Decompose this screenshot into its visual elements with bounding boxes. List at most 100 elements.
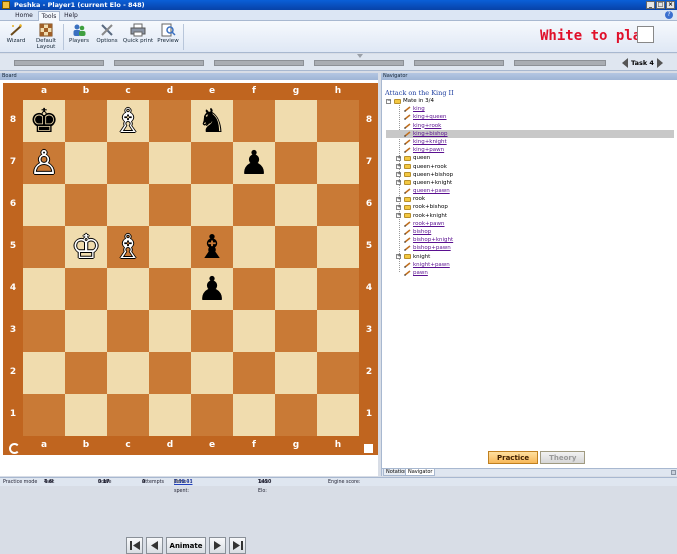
- tree-item[interactable]: queen+pawn: [386, 187, 674, 195]
- default-layout-button[interactable]: Default Layout: [32, 22, 60, 52]
- board-square-b8[interactable]: [65, 100, 107, 142]
- expand-icon[interactable]: +: [396, 254, 401, 260]
- board-square-f4[interactable]: [233, 268, 275, 310]
- board-square-a2[interactable]: [23, 352, 65, 394]
- board-square-g1[interactable]: [275, 394, 317, 436]
- close-button[interactable]: ×: [666, 1, 675, 9]
- board-square-b3[interactable]: [65, 310, 107, 352]
- tree-item[interactable]: pawn: [386, 269, 674, 277]
- board-square-d7[interactable]: [149, 142, 191, 184]
- tree-item[interactable]: + rook+bishop: [386, 203, 674, 211]
- board-square-e6[interactable]: [191, 184, 233, 226]
- board-square-f8[interactable]: [233, 100, 275, 142]
- board-square-h2[interactable]: [317, 352, 359, 394]
- board-square-b4[interactable]: [65, 268, 107, 310]
- tree-item[interactable]: bishop+pawn: [386, 244, 674, 252]
- board-square-f3[interactable]: [233, 310, 275, 352]
- board-square-f5[interactable]: [233, 226, 275, 268]
- board-square-d4[interactable]: [149, 268, 191, 310]
- piece-e8[interactable]: ♞: [191, 100, 233, 142]
- board-square-d1[interactable]: [149, 394, 191, 436]
- previous-task-icon[interactable]: [622, 58, 628, 68]
- tree-item[interactable]: rook+pawn: [386, 220, 674, 228]
- board-square-c3[interactable]: [107, 310, 149, 352]
- tree-item[interactable]: + queen+bishop: [386, 171, 674, 179]
- piece-e4[interactable]: ♟: [191, 268, 233, 310]
- scroll-right-button[interactable]: [671, 470, 676, 475]
- board-square-h8[interactable]: [317, 100, 359, 142]
- collapse-icon[interactable]: −: [386, 98, 391, 104]
- tree-item[interactable]: + rook+knight: [386, 212, 674, 220]
- board-square-e7[interactable]: [191, 142, 233, 184]
- tree-item[interactable]: king+rook: [386, 122, 674, 130]
- board-square-b7[interactable]: [65, 142, 107, 184]
- board-square-h1[interactable]: [317, 394, 359, 436]
- board-square-g2[interactable]: [275, 352, 317, 394]
- previous-move-button[interactable]: [146, 537, 163, 554]
- progress-segment-current[interactable]: [314, 60, 404, 66]
- board-square-f1[interactable]: [233, 394, 275, 436]
- progress-segment[interactable]: [214, 60, 304, 66]
- board-square-g4[interactable]: [275, 268, 317, 310]
- board-square-c1[interactable]: [107, 394, 149, 436]
- board-square-c7[interactable]: [107, 142, 149, 184]
- board-square-e1[interactable]: [191, 394, 233, 436]
- board-square-h7[interactable]: [317, 142, 359, 184]
- next-task-icon[interactable]: [656, 58, 663, 68]
- tree-item[interactable]: + queen+knight: [386, 179, 674, 187]
- options-button[interactable]: Options: [94, 22, 120, 52]
- expand-icon[interactable]: +: [396, 213, 401, 219]
- board-square-d6[interactable]: [149, 184, 191, 226]
- quick-print-button[interactable]: Quick print: [122, 22, 154, 52]
- expand-icon[interactable]: +: [396, 164, 401, 169]
- piece-a8[interactable]: ♚: [23, 100, 65, 142]
- players-button[interactable]: Players: [67, 22, 91, 52]
- tree-item[interactable]: bishop+knight: [386, 236, 674, 244]
- board-square-g5[interactable]: [275, 226, 317, 268]
- animate-button[interactable]: Animate: [166, 537, 206, 554]
- tree-root[interactable]: − Mate in 3/4: [386, 97, 674, 105]
- board-square-c4[interactable]: [107, 268, 149, 310]
- board-square-h6[interactable]: [317, 184, 359, 226]
- board-square-b6[interactable]: [65, 184, 107, 226]
- board-square-g7[interactable]: [275, 142, 317, 184]
- board-square-b2[interactable]: [65, 352, 107, 394]
- piece-c8[interactable]: ♗: [107, 100, 149, 142]
- tree-item[interactable]: + queen+rook: [386, 163, 674, 171]
- tree-item[interactable]: + knight: [386, 253, 674, 261]
- practice-button[interactable]: Practice: [488, 451, 539, 464]
- wizard-button[interactable]: Wizard: [4, 22, 28, 52]
- piece-f7[interactable]: ♟: [233, 142, 275, 184]
- maximize-button[interactable]: □: [656, 1, 665, 9]
- board-square-a4[interactable]: [23, 268, 65, 310]
- board-square-b1[interactable]: [65, 394, 107, 436]
- tab-help[interactable]: Help: [62, 11, 80, 21]
- board-square-d8[interactable]: [149, 100, 191, 142]
- board-square-e2[interactable]: [191, 352, 233, 394]
- progress-segment[interactable]: [14, 60, 104, 66]
- expand-icon[interactable]: +: [396, 196, 401, 202]
- tree-item[interactable]: knight+pawn: [386, 261, 674, 269]
- expand-icon[interactable]: +: [396, 204, 401, 210]
- board-square-h5[interactable]: [317, 226, 359, 268]
- minimize-button[interactable]: _: [646, 1, 655, 9]
- board-square-h3[interactable]: [317, 310, 359, 352]
- board-square-c2[interactable]: [107, 352, 149, 394]
- expand-icon[interactable]: +: [396, 155, 401, 161]
- board-square-d2[interactable]: [149, 352, 191, 394]
- expand-icon[interactable]: +: [396, 180, 401, 186]
- board-square-a3[interactable]: [23, 310, 65, 352]
- first-move-button[interactable]: [126, 537, 143, 554]
- tree-item[interactable]: bishop: [386, 228, 674, 236]
- board-square-e3[interactable]: [191, 310, 233, 352]
- tree-item[interactable]: king: [386, 105, 674, 113]
- board-square-c6[interactable]: [107, 184, 149, 226]
- tab-navigator[interactable]: Navigator: [405, 469, 436, 476]
- board-square-h4[interactable]: [317, 268, 359, 310]
- board-square-a1[interactable]: [23, 394, 65, 436]
- help-icon[interactable]: ?: [665, 11, 673, 19]
- tree-item[interactable]: king+queen: [386, 113, 674, 121]
- theory-button[interactable]: Theory: [540, 451, 586, 464]
- board-square-g8[interactable]: [275, 100, 317, 142]
- board-square-a5[interactable]: [23, 226, 65, 268]
